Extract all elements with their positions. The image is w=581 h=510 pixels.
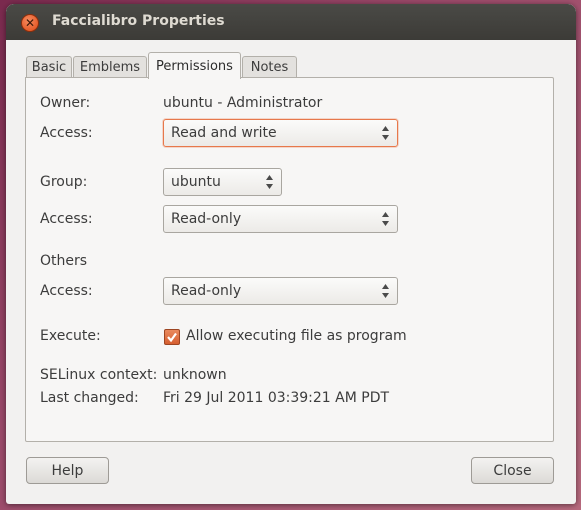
combo-arrows-icon [382,126,389,140]
group-access-value: Read-only [171,211,242,227]
group-access-select[interactable]: Read-only [163,205,398,233]
execute-option-label[interactable]: Allow executing file as program [186,328,407,344]
title-bar[interactable]: ✕ Faccialibro Properties [6,4,576,40]
last-changed-label: Last changed: [40,390,139,406]
combo-arrows-icon [382,212,389,226]
group-access-label: Access: [40,211,93,227]
properties-dialog: ✕ Faccialibro Properties Basic Emblems P… [6,4,576,504]
owner-label: Owner: [40,95,91,111]
window-close-button[interactable]: ✕ [21,14,39,32]
tab-emblems[interactable]: Emblems [73,56,147,78]
tab-notes[interactable]: Notes [242,56,297,78]
group-select[interactable]: ubuntu [163,168,282,196]
combo-arrows-icon [382,284,389,298]
combo-arrows-icon [266,175,273,189]
permissions-panel: Owner: ubuntu - Administrator Access: Re… [25,77,554,442]
group-value: ubuntu [171,174,221,190]
tab-permissions[interactable]: Permissions [148,52,241,79]
others-access-select[interactable]: Read-only [163,277,398,305]
close-button[interactable]: Close [471,457,554,484]
execute-label: Execute: [40,328,101,344]
others-access-label: Access: [40,283,93,299]
last-changed-value: Fri 29 Jul 2011 03:39:21 AM PDT [163,390,390,406]
owner-access-select[interactable]: Read and write [163,119,398,147]
checkmark-icon [167,332,177,343]
others-access-value: Read-only [171,283,242,299]
close-icon: ✕ [24,16,36,30]
window-title: Faccialibro Properties [52,13,225,29]
selinux-value: unknown [163,367,227,383]
owner-value: ubuntu - Administrator [163,95,323,111]
group-label: Group: [40,174,88,190]
selinux-label: SELinux context: [40,367,158,383]
tab-basic[interactable]: Basic [26,56,72,78]
execute-checkbox[interactable] [164,329,180,345]
owner-access-label: Access: [40,125,93,141]
help-button[interactable]: Help [26,457,109,484]
others-label: Others [40,253,88,269]
owner-access-value: Read and write [171,125,277,141]
